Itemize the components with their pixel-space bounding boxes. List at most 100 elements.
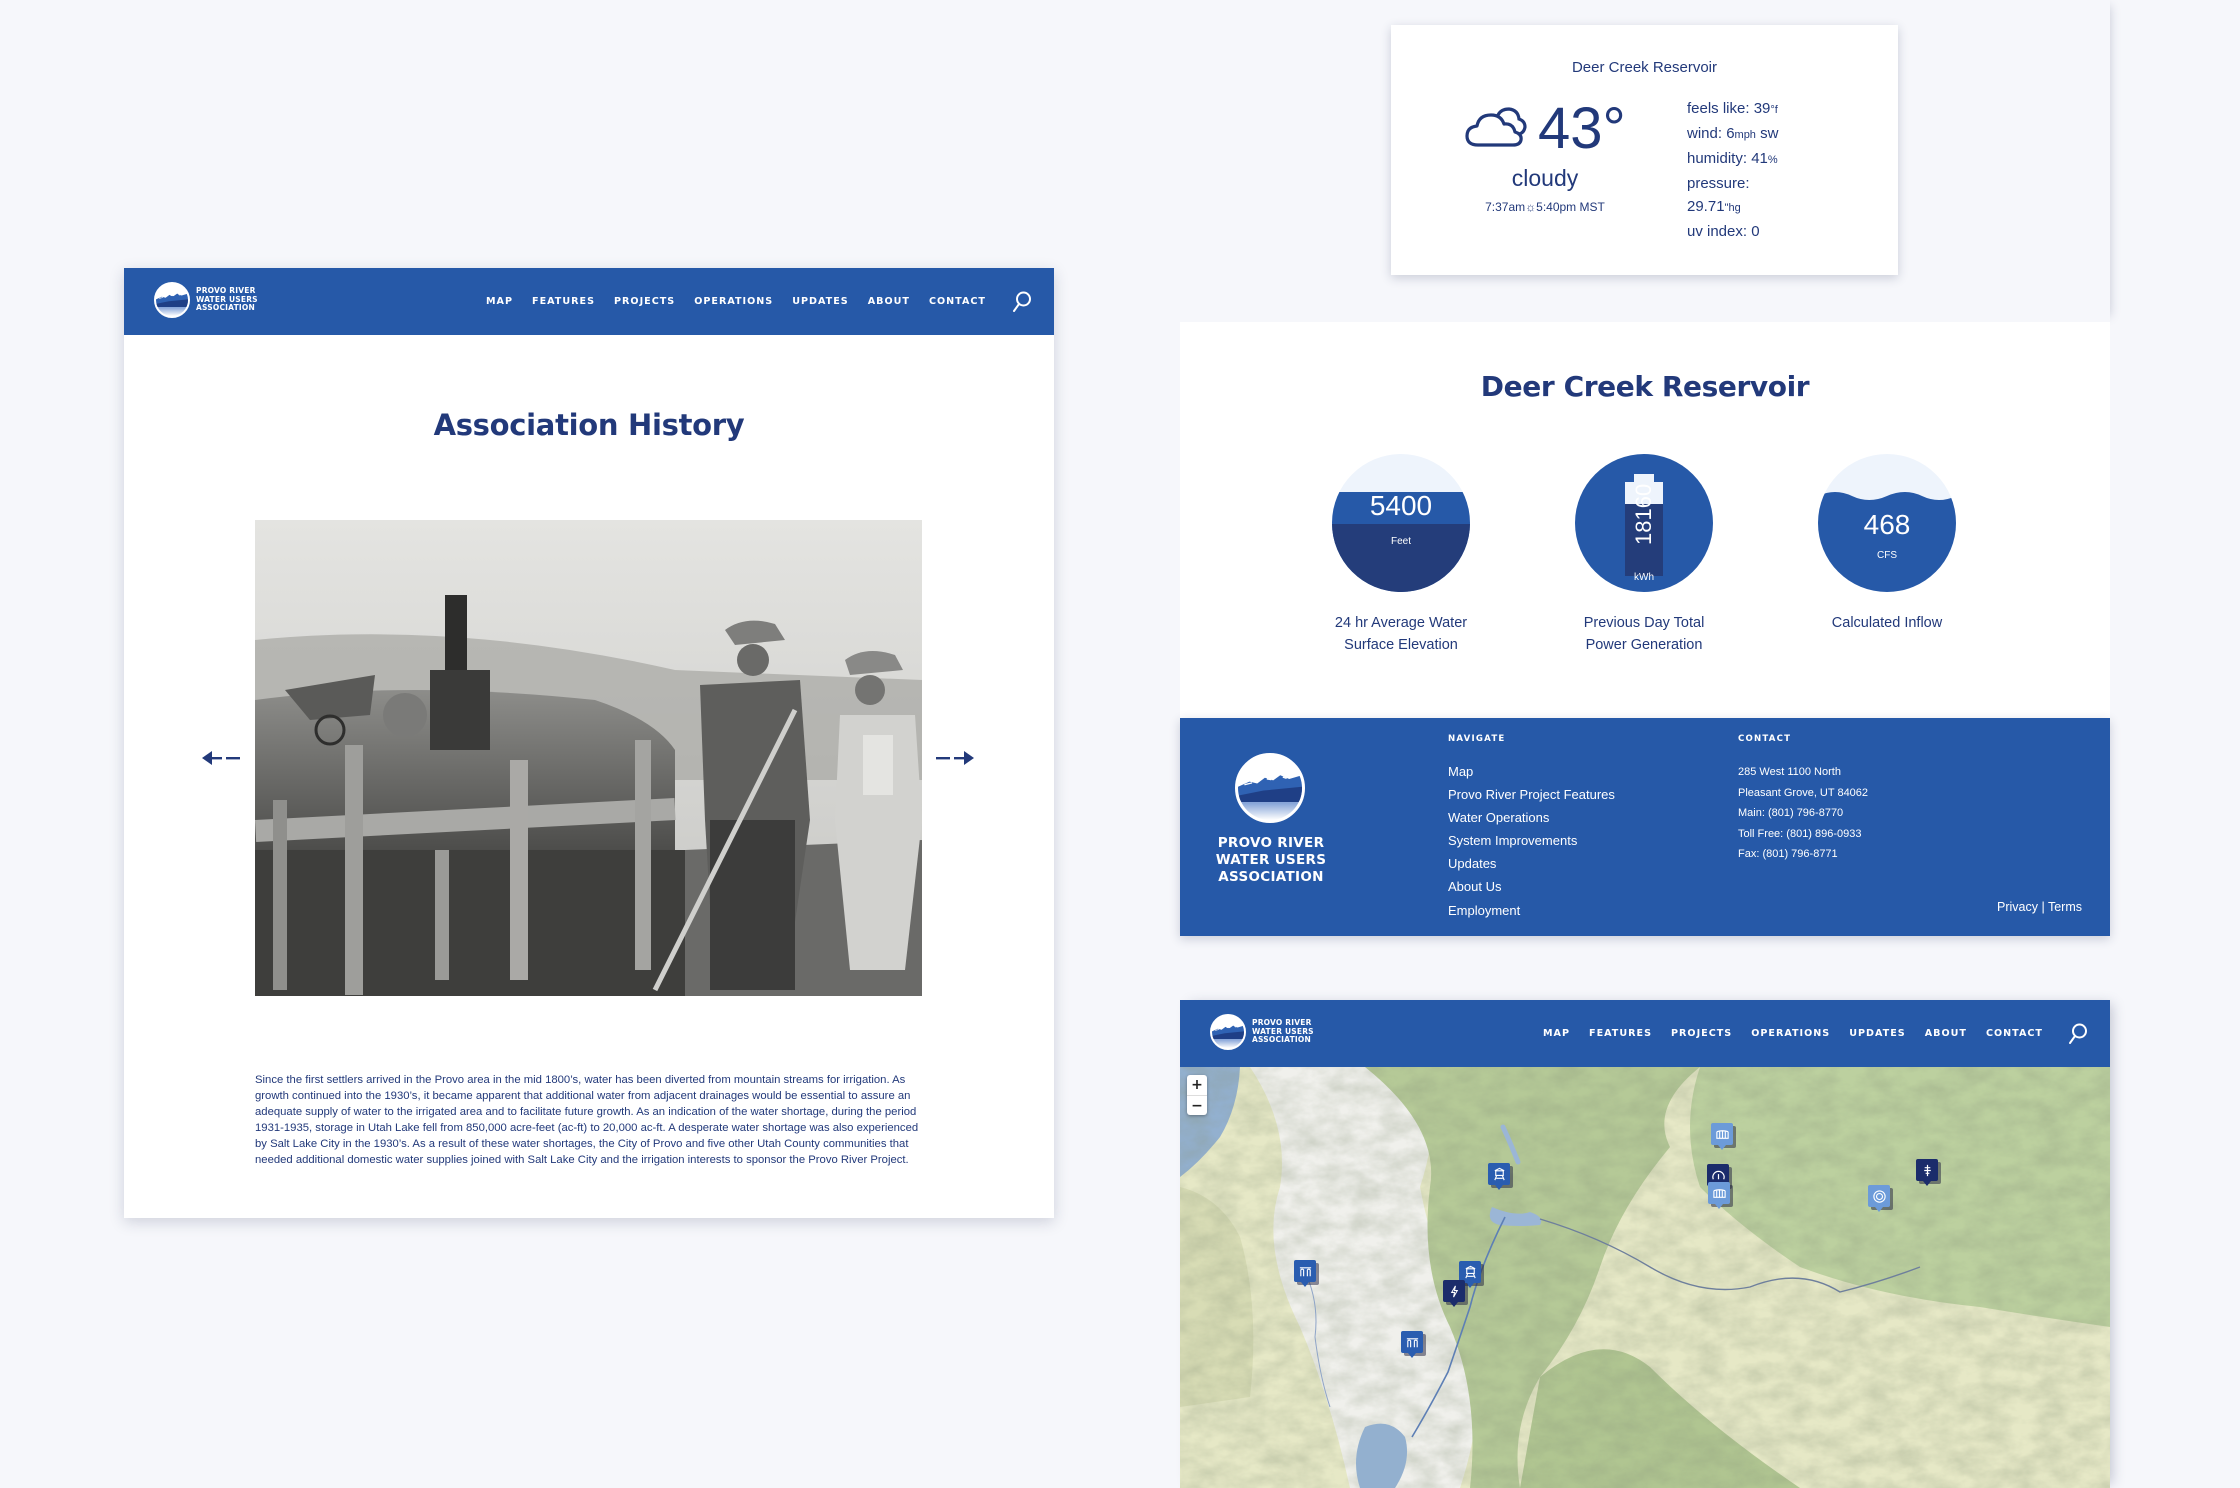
nav-contact[interactable]: CONTACT <box>1986 1028 2043 1039</box>
zoom-out-button[interactable]: − <box>1187 1095 1207 1115</box>
treatment-plant-icon <box>1299 1266 1311 1276</box>
logo-icon <box>1210 1014 1246 1050</box>
nav-map[interactable]: MAP <box>486 296 513 307</box>
sunset-time: 5:40pm MST <box>1536 200 1605 214</box>
water-tower-icon <box>1464 1265 1476 1278</box>
zoom-in-button[interactable]: + <box>1187 1075 1207 1095</box>
sun-icon: ☼ <box>1525 200 1537 214</box>
map-pin-dam[interactable] <box>1711 1123 1733 1150</box>
inflow-label: Calculated Inflow <box>1831 615 1943 631</box>
terms-link[interactable]: Terms <box>2048 900 2082 914</box>
footer-link-features[interactable]: Provo River Project Features <box>1448 787 1615 802</box>
weather-location: Deer Creek Reservoir <box>1571 59 1718 76</box>
power-unit: kWh <box>1634 572 1654 583</box>
nav-operations[interactable]: OPERATIONS <box>1751 1028 1830 1039</box>
nav-about[interactable]: ABOUT <box>868 296 910 307</box>
map-site-header: PROVO RIVER WATER USERS ASSOCIATION MAP FE… <box>1180 1000 2110 1067</box>
map-tiles <box>1180 1067 2110 1488</box>
contact-address-line-1: 285 West 1100 North <box>1738 766 1841 778</box>
cloud-icon <box>1465 107 1527 147</box>
elevation-label: 24 hr Average Water Surface Elevation <box>1334 615 1468 653</box>
logo-home-link[interactable]: PROVO RIVER WATER USERS ASSOCIATION <box>154 282 258 318</box>
arrow-left-icon[interactable] <box>200 746 242 770</box>
sunrise-sunset: 7:37am☼5:40pm MST <box>1431 200 1659 214</box>
power-gauge: 18160 kWh Previous Day Total Power Genera… <box>1544 454 1744 656</box>
inflow-gauge: 468 CFS Calculated Inflow <box>1787 454 1987 634</box>
footer-legal: Privacy | Terms <box>1997 900 2082 914</box>
reservoir-stats-section: Deer Creek Reservoir 5400 Feet 24 hr Ave… <box>1180 322 2110 718</box>
lightning-icon <box>1450 1285 1458 1297</box>
reservoir-title: Deer Creek Reservoir <box>1480 370 1810 403</box>
contact-toll-free[interactable]: Toll Free: (801) 896-0933 <box>1738 824 1868 845</box>
site-footer: PROVO RIVER WATER USERS ASSOCIATION NAVIGA… <box>1180 718 2110 936</box>
map-pin-water-tower[interactable] <box>1488 1163 1510 1190</box>
nav-projects[interactable]: PROJECTS <box>1671 1028 1732 1039</box>
uv-index: uv index: 0 <box>1687 223 1760 240</box>
nav-about[interactable]: ABOUT <box>1925 1028 1967 1039</box>
elevation-unit: Feet <box>1390 536 1411 547</box>
gauge-icon <box>1711 1170 1725 1179</box>
map-pin-power[interactable] <box>1443 1280 1465 1307</box>
footer-navigate-heading: NAVIGATE <box>1448 734 1506 744</box>
footer-contact-list: 285 West 1100 North Pleasant Grove, UT 8… <box>1738 762 1868 865</box>
search-icon[interactable] <box>2067 1022 2089 1046</box>
map-pin-target[interactable] <box>1868 1185 1890 1212</box>
map-pin-treatment-plant[interactable] <box>1294 1260 1316 1287</box>
humidity: humidity: 41% <box>1687 150 1778 167</box>
inflow-value: 468 <box>1863 509 1911 540</box>
terrain-map[interactable]: + − <box>1180 1067 2110 1488</box>
target-icon <box>1872 1189 1886 1203</box>
logo-text: PROVO RIVER WATER USERS ASSOCIATION <box>196 286 258 313</box>
footer-link-map[interactable]: Map <box>1448 764 1473 779</box>
history-photo <box>255 520 922 996</box>
weather-section: Deer Creek Reservoir 43° cloudy 7:37am☼5… <box>1180 0 2110 322</box>
map-pin-dam-2[interactable] <box>1708 1182 1730 1209</box>
treatment-plant-icon <box>1406 1337 1418 1347</box>
reservoir-page: Deer Creek Reservoir 43° cloudy 7:37am☼5… <box>1180 0 2110 936</box>
footer-link-updates[interactable]: Updates <box>1448 856 1496 871</box>
wind: wind: 6mph sw <box>1687 125 1779 142</box>
map-main-nav: MAP FEATURES PROJECTS OPERATIONS UPDATES… <box>1543 1000 2043 1067</box>
dam-icon <box>1712 1188 1726 1198</box>
water-tower-icon <box>1493 1167 1505 1180</box>
map-zoom-control: + − <box>1187 1075 1207 1115</box>
footer-link-system-improvements[interactable]: System Improvements <box>1448 833 1577 848</box>
footer-link-employment[interactable]: Employment <box>1448 903 1520 918</box>
arrow-right-icon[interactable] <box>934 746 976 770</box>
elevation-gauge: 5400 Feet 24 hr Average Water Surface Ele… <box>1301 454 1501 656</box>
logo-text: PROVO RIVER WATER USERS ASSOCIATION <box>1252 1018 1314 1045</box>
page-title: Association History <box>433 408 745 442</box>
map-logo-home-link[interactable]: PROVO RIVER WATER USERS ASSOCIATION <box>1210 1014 1314 1050</box>
contact-main-phone[interactable]: Main: (801) 796-8770 <box>1738 803 1868 824</box>
footer-nav-list: Map Provo River Project Features Water O… <box>1448 760 1615 922</box>
power-label: Previous Day Total Power Generation <box>1583 615 1705 653</box>
nav-operations[interactable]: OPERATIONS <box>694 296 773 307</box>
map-pin-tree[interactable] <box>1916 1159 1938 1186</box>
nav-updates[interactable]: UPDATES <box>792 296 848 307</box>
inflow-unit: CFS <box>1877 550 1897 561</box>
pressure-value: 29.71"hg <box>1687 198 1741 215</box>
legal-separator: | <box>2038 900 2048 914</box>
main-nav: MAP FEATURES PROJECTS OPERATIONS UPDATES… <box>486 268 986 335</box>
nav-map[interactable]: MAP <box>1543 1028 1570 1039</box>
nav-features[interactable]: FEATURES <box>1589 1028 1652 1039</box>
logo-icon <box>154 282 190 318</box>
nav-features[interactable]: FEATURES <box>532 296 595 307</box>
nav-contact[interactable]: CONTACT <box>929 296 986 307</box>
map-page: PROVO RIVER WATER USERS ASSOCIATION MAP FE… <box>1180 1000 2110 1488</box>
logo-line-3: ASSOCIATION <box>196 303 255 313</box>
tree-icon <box>1923 1164 1931 1176</box>
map-pin-treatment-plant-2[interactable] <box>1401 1331 1423 1358</box>
search-icon[interactable] <box>1011 290 1033 314</box>
footer-logo-icon <box>1235 753 1305 823</box>
weather-temperature: 43° <box>1538 96 1626 161</box>
power-value: 18160 <box>1631 483 1656 545</box>
footer-link-about[interactable]: About Us <box>1448 879 1501 894</box>
footer-contact-heading: CONTACT <box>1738 734 1792 744</box>
history-body-text: Since the first settlers arrived in the … <box>255 1074 919 1166</box>
privacy-link[interactable]: Privacy <box>1997 900 2038 914</box>
nav-updates[interactable]: UPDATES <box>1849 1028 1905 1039</box>
nav-projects[interactable]: PROJECTS <box>614 296 675 307</box>
inflow-gauge-circle: 468 CFS <box>1818 454 1956 592</box>
footer-link-water-operations[interactable]: Water Operations <box>1448 810 1549 825</box>
